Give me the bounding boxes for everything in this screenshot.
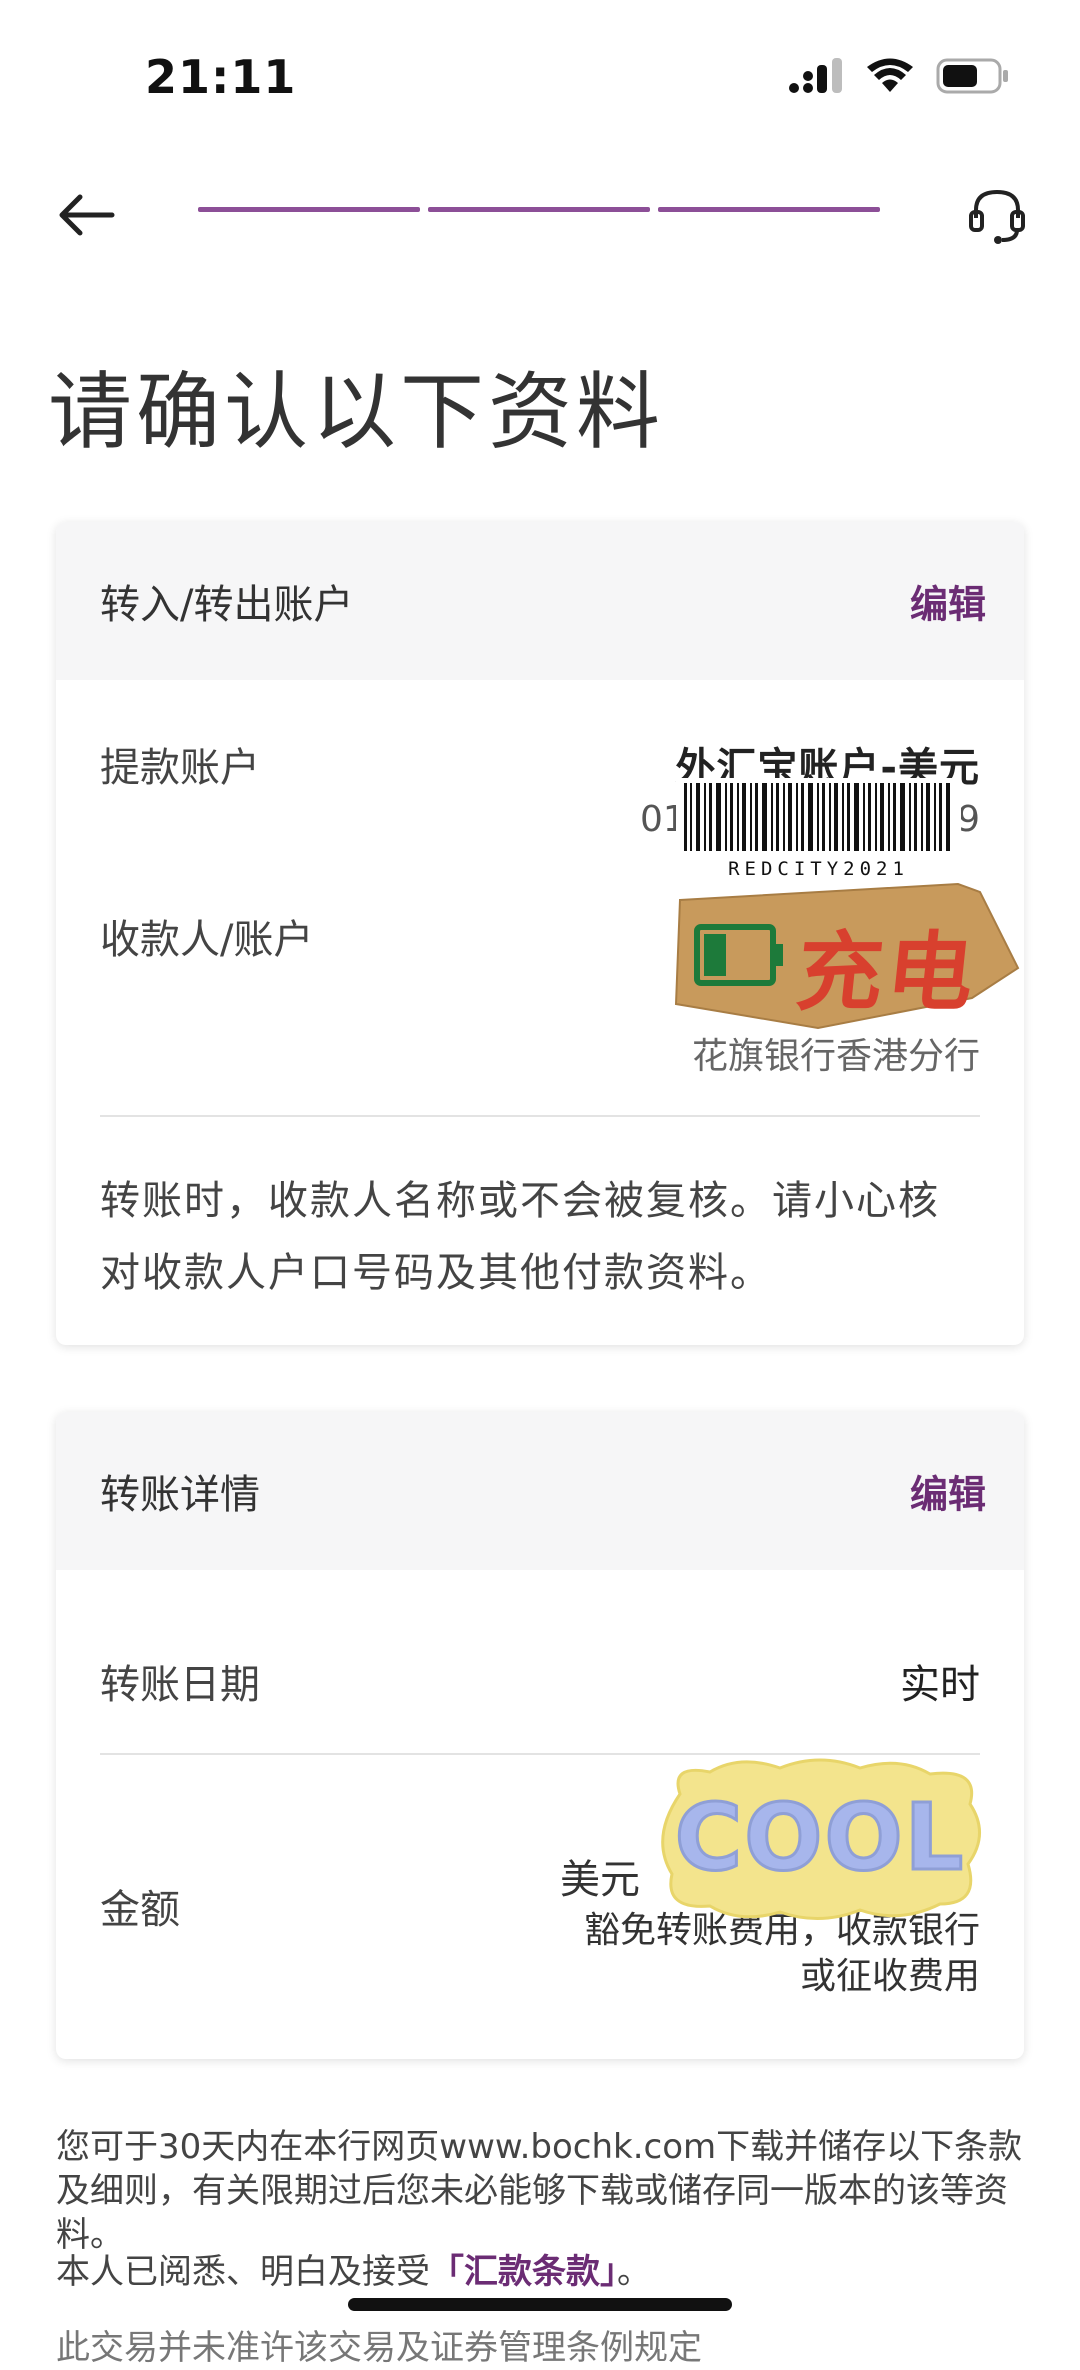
fee-note-line: 或征收费用 [799, 1956, 980, 1997]
barcode-icon [676, 778, 961, 858]
accept-prefix: 本人已阅悉、明白及接受 [56, 2252, 430, 2292]
payee-label: 收款人/账户 [100, 917, 314, 963]
edit-transfer-button[interactable]: 编辑 [910, 1464, 986, 1519]
wifi-icon [867, 58, 913, 92]
terms-notice: 您可于30天内在本行网页www.bochk.com下载并储存以下条款及细则，有关… [56, 2127, 1023, 2255]
progress-step [658, 207, 880, 212]
divider [100, 1115, 980, 1117]
amount-currency: 美元 [560, 1857, 640, 1903]
home-indicator[interactable] [348, 2298, 732, 2311]
card-title: 转入/转出账户 [100, 582, 354, 628]
withdraw-account-label: 提款账户 [100, 745, 260, 791]
barcode-caption: REDCITY2021 [676, 858, 961, 880]
battery-low-icon [694, 924, 783, 986]
transfer-details-card: 转账详情 编辑 转账日期 实时 金额 美元 豁免转账费用，收款银行 或征收费用 [56, 1412, 1024, 2059]
progress-step [198, 207, 420, 212]
top-nav [0, 150, 1080, 270]
cellular-signal-icon [789, 58, 842, 93]
payee-warning: 转账时，收款人名称或不会被复核。请小心核对收款人户口号码及其他付款资料。 [100, 1178, 940, 1296]
remittance-terms-link[interactable]: 「汇款条款」 [430, 2252, 617, 2292]
arrow-left-icon [59, 194, 115, 236]
customer-service-button[interactable] [962, 180, 1032, 250]
card-title: 转账详情 [100, 1472, 260, 1518]
back-button[interactable] [52, 185, 122, 245]
status-bar: 21:11 [0, 0, 1080, 150]
page-title: 请确认以下资料 [48, 363, 665, 461]
cool-text: COOL [673, 1783, 966, 1893]
headset-icon [969, 189, 1025, 244]
status-icons [788, 58, 1010, 94]
status-time: 21:11 [145, 50, 297, 104]
charge-text: 充电 [791, 923, 983, 1023]
cool-sticker: COOL [650, 1754, 990, 1924]
charge-sticker: 充电 [668, 880, 1020, 1032]
card-header: 转入/转出账户 编辑 [56, 522, 1024, 680]
payee-bank: 花旗银行香港分行 [691, 1036, 980, 1077]
barcode-sticker: REDCITY2021 [676, 778, 961, 880]
terms-acceptance: 本人已阅悉、明白及接受「汇款条款」。 [56, 2250, 1026, 2294]
edit-accounts-button[interactable]: 编辑 [910, 574, 986, 629]
transfer-date-label: 转账日期 [100, 1662, 260, 1708]
transfer-date-value: 实时 [900, 1662, 980, 1708]
battery-icon [936, 58, 1008, 94]
cut-off-text: 此交易并未准许该交易及证券管理条例规定 [56, 2328, 702, 2368]
progress-step [428, 207, 650, 212]
step-progress [198, 207, 880, 212]
accept-suffix: 。 [617, 2252, 651, 2292]
amount-label: 金额 [100, 1887, 180, 1933]
card-header: 转账详情 编辑 [56, 1412, 1024, 1570]
